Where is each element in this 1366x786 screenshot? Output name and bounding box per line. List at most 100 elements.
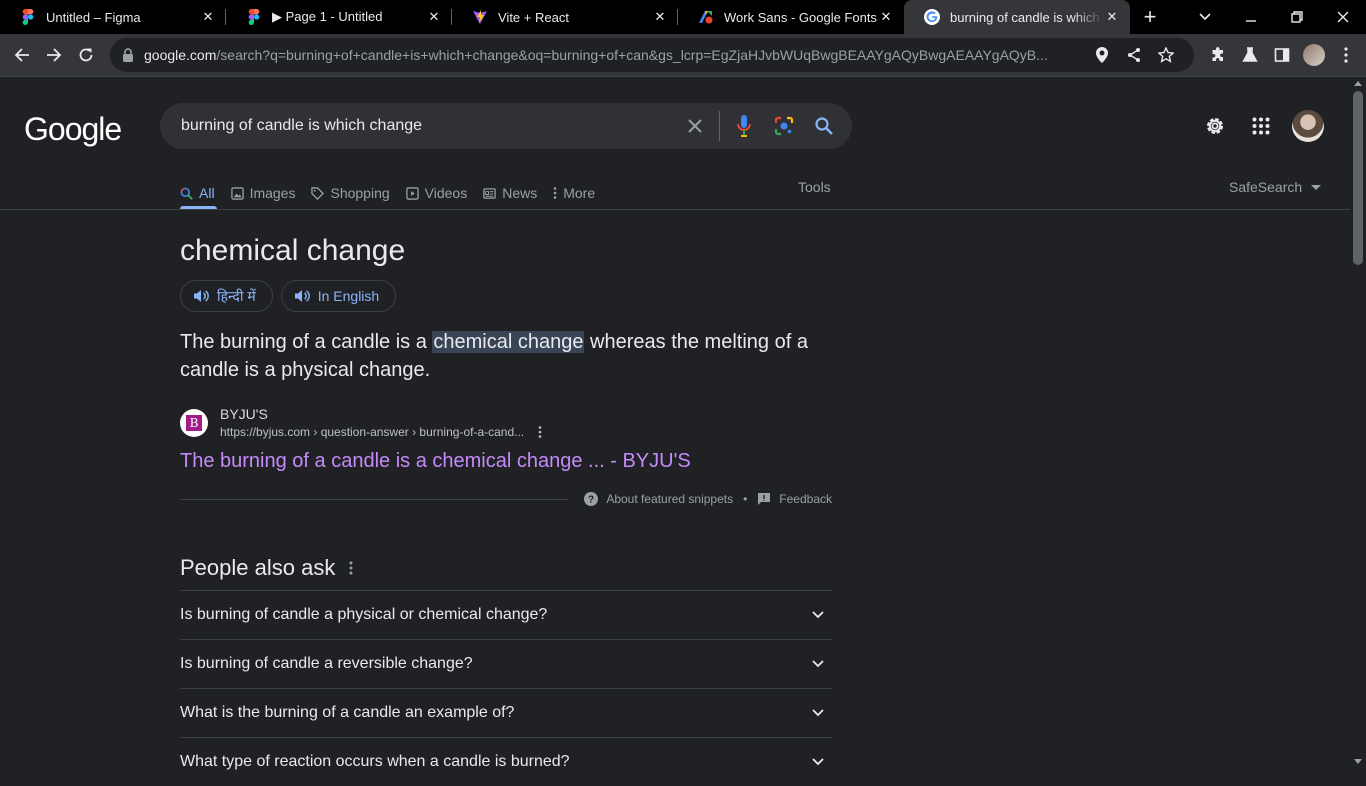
paa-question-text: What type of reaction occurs when a cand… xyxy=(180,753,570,770)
side-panel-icon[interactable] xyxy=(1266,39,1298,71)
feedback-link[interactable]: Feedback xyxy=(757,492,832,506)
byjus-logo: B xyxy=(186,414,202,431)
tab-title: burning of candle is which change xyxy=(950,9,1104,25)
tools-button[interactable]: Tools xyxy=(798,179,831,195)
tab-all[interactable]: All xyxy=(180,173,231,209)
featured-snippet-footer: ? About featured snippets • Feedback xyxy=(180,492,832,506)
people-also-ask-heading: People also ask xyxy=(180,555,353,581)
tab-news[interactable]: News xyxy=(483,173,553,207)
close-tab-icon[interactable]: ✕ xyxy=(426,9,442,25)
tab-title: Vite + React xyxy=(498,9,569,25)
browser-tab[interactable]: ▶ Page 1 - Untitled ✕ xyxy=(226,0,452,34)
bookmark-star-icon[interactable] xyxy=(1150,39,1182,71)
search-divider xyxy=(719,111,720,141)
speaker-icon xyxy=(193,289,209,303)
google-icon xyxy=(924,9,940,25)
tab-label: News xyxy=(502,185,538,201)
paa-title-text: People also ask xyxy=(180,555,336,580)
extensions-icon[interactable] xyxy=(1202,39,1234,71)
browser-tab[interactable]: Vite + React ✕ xyxy=(452,0,678,34)
lock-icon[interactable] xyxy=(122,48,138,62)
featured-snippet-text: The burning of a candle is a chemical ch… xyxy=(180,328,820,384)
speaker-icon xyxy=(294,289,310,303)
apps-grid-icon[interactable] xyxy=(1238,109,1284,143)
close-tab-icon[interactable]: ✕ xyxy=(1104,9,1120,25)
google-logo[interactable]: Google xyxy=(24,111,122,148)
browser-tab[interactable]: Untitled – Figma ✕ xyxy=(0,0,226,34)
caret-down-icon xyxy=(1311,184,1322,190)
search-input[interactable]: burning of candle is which change xyxy=(181,117,675,135)
lang-label: हिन्दी में xyxy=(217,287,256,304)
labs-flask-icon[interactable] xyxy=(1234,39,1266,71)
clear-icon[interactable] xyxy=(675,106,715,146)
paa-question[interactable]: What is the burning of a candle an examp… xyxy=(180,688,832,737)
forward-button[interactable] xyxy=(38,39,70,71)
account-avatar[interactable] xyxy=(1292,110,1324,142)
browser-toolbar: google.com/search?q=burning+of+candle+is… xyxy=(0,34,1366,77)
forward-arrow-icon xyxy=(47,48,62,62)
new-tab-button[interactable]: + xyxy=(1130,0,1170,34)
avatar xyxy=(1303,44,1325,66)
video-icon xyxy=(405,186,419,200)
close-tab-icon[interactable]: ✕ xyxy=(200,9,216,25)
back-arrow-icon xyxy=(14,48,29,62)
search-nav-tabs: All Images Shopping Videos News More xyxy=(180,173,611,209)
scroll-down-arrow-icon[interactable] xyxy=(1354,759,1362,764)
reload-button[interactable] xyxy=(70,39,102,71)
restore-icon[interactable] xyxy=(1274,0,1320,34)
minimize-icon[interactable] xyxy=(1228,0,1274,34)
tab-images[interactable]: Images xyxy=(230,173,312,207)
site-favicon: B xyxy=(180,408,208,437)
image-icon xyxy=(230,186,244,200)
paa-question[interactable]: What type of reaction occurs when a cand… xyxy=(180,737,832,786)
location-pin-icon[interactable] xyxy=(1086,39,1118,71)
tab-search-icon[interactable] xyxy=(1182,0,1228,34)
people-also-ask-list: Is burning of candle a physical or chemi… xyxy=(180,590,832,786)
about-snippets-link[interactable]: ? About featured snippets xyxy=(584,492,733,506)
chevron-down-icon xyxy=(806,758,830,766)
lens-camera-icon[interactable] xyxy=(764,106,804,146)
safesearch-button[interactable]: SafeSearch xyxy=(1229,179,1322,195)
paa-question[interactable]: Is burning of candle a reversible change… xyxy=(180,639,832,688)
search-box[interactable]: burning of candle is which change xyxy=(160,103,852,149)
more-vert-icon[interactable] xyxy=(349,561,353,575)
profile-avatar[interactable] xyxy=(1298,39,1330,71)
close-tab-icon[interactable]: ✕ xyxy=(878,9,894,25)
more-vert-icon[interactable] xyxy=(538,426,542,438)
paa-question[interactable]: Is burning of candle a physical or chemi… xyxy=(180,590,832,639)
result-source[interactable]: B BYJU'S https://byjus.com › question-an… xyxy=(180,406,542,439)
footer-bullet: • xyxy=(743,492,748,506)
scroll-up-arrow-icon[interactable] xyxy=(1354,81,1362,86)
listen-hindi-button[interactable]: हिन्दी में xyxy=(180,280,273,312)
listen-english-button[interactable]: In English xyxy=(280,280,397,312)
scrollbar-thumb[interactable] xyxy=(1353,91,1363,265)
browser-tab-active[interactable]: burning of candle is which change ✕ xyxy=(904,0,1130,34)
url-host: google.com xyxy=(144,47,217,63)
paa-question-text: Is burning of candle a physical or chemi… xyxy=(180,606,548,623)
browser-tab[interactable]: Work Sans - Google Fonts ✕ xyxy=(678,0,904,34)
result-title-link[interactable]: The burning of a candle is a chemical ch… xyxy=(180,450,691,473)
tab-videos[interactable]: Videos xyxy=(405,173,484,207)
search-icon[interactable] xyxy=(804,106,844,146)
settings-gear-icon[interactable] xyxy=(1192,109,1238,143)
close-window-icon[interactable] xyxy=(1320,0,1366,34)
microphone-icon[interactable] xyxy=(724,106,764,146)
tab-label: Videos xyxy=(424,185,468,201)
snippet-highlight: chemical change xyxy=(432,331,585,353)
paa-question-text: What is the burning of a candle an examp… xyxy=(180,704,515,721)
language-toggle: हिन्दी में In English xyxy=(180,280,404,312)
browser-tab-strip: Untitled – Figma ✕ ▶ Page 1 - Untitled ✕… xyxy=(0,0,1366,34)
url-text[interactable]: google.com/search?q=burning+of+candle+is… xyxy=(144,47,1086,63)
back-button[interactable] xyxy=(6,39,38,71)
tab-more[interactable]: More xyxy=(553,173,611,207)
page-scrollbar[interactable] xyxy=(1350,77,1366,768)
more-vert-icon xyxy=(553,187,557,199)
close-tab-icon[interactable]: ✕ xyxy=(652,9,668,25)
browser-menu-icon[interactable] xyxy=(1330,39,1362,71)
share-icon[interactable] xyxy=(1118,39,1150,71)
tab-shopping[interactable]: Shopping xyxy=(311,173,405,207)
tab-title: Untitled – Figma xyxy=(46,9,141,25)
figma-icon xyxy=(246,9,262,25)
address-bar[interactable]: google.com/search?q=burning+of+candle+is… xyxy=(110,38,1194,72)
footer-divider xyxy=(180,498,569,500)
